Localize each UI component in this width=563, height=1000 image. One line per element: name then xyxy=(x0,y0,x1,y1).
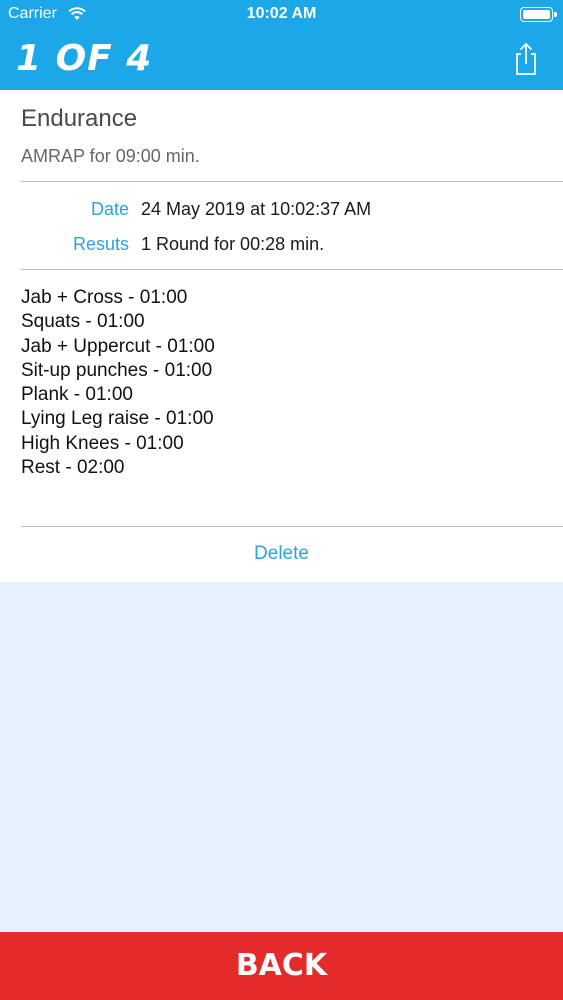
workout-card: Endurance AMRAP for 09:00 min. Date 24 M… xyxy=(0,90,563,582)
workout-name: Endurance xyxy=(21,105,138,132)
divider xyxy=(21,526,563,527)
list-item: Jab + Uppercut - 01:00 xyxy=(21,335,215,357)
battery-icon xyxy=(520,7,557,22)
share-icon[interactable] xyxy=(511,42,541,76)
status-bar: Carrier 10:02 AM xyxy=(0,0,563,30)
results-value: 1 Round for 00:28 min. xyxy=(141,234,325,254)
list-item: Lying Leg raise - 01:00 xyxy=(21,408,214,430)
exercise-list: Jab + Cross - 01:00 Squats - 01:00 Jab +… xyxy=(21,286,215,480)
page-title: 1 OF 4 xyxy=(16,38,153,79)
date-label: Date xyxy=(90,199,129,219)
delete-button[interactable]: Delete xyxy=(0,543,563,565)
divider xyxy=(21,181,563,182)
list-item: Plank - 01:00 xyxy=(21,384,133,406)
nav-bar: 1 OF 4 xyxy=(0,30,563,90)
results-label: Resuts xyxy=(72,234,129,254)
list-item: Rest - 02:00 xyxy=(21,457,125,479)
workout-description: AMRAP for 09:00 min. xyxy=(21,146,200,166)
date-value: 24 May 2019 at 10:02:37 AM xyxy=(141,199,372,219)
list-item: Sit-up punches - 01:00 xyxy=(21,359,213,381)
list-item: Squats - 01:00 xyxy=(21,311,145,333)
list-item: Jab + Cross - 01:00 xyxy=(21,287,188,308)
back-button[interactable]: BACK xyxy=(0,932,563,1000)
list-item: High Knees - 01:00 xyxy=(21,432,184,454)
divider xyxy=(21,269,563,270)
status-time: 10:02 AM xyxy=(246,5,317,22)
